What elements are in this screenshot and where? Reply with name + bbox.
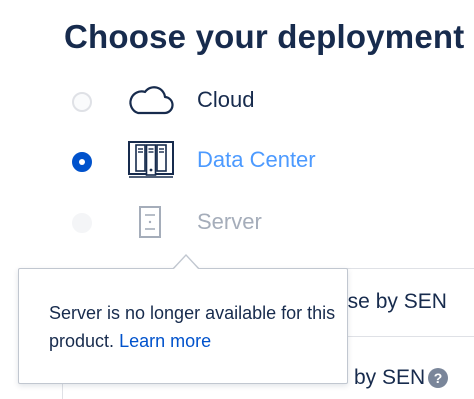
help-icon[interactable]: ?: [428, 368, 448, 388]
deployment-page: Choose your deployment Cloud Data Center…: [0, 0, 474, 399]
tooltip-message: Server is no longer available for this p…: [49, 299, 339, 355]
table-cell: by SEN: [354, 366, 426, 389]
cloud-label: Cloud: [197, 87, 255, 112]
page-title: Choose your deployment: [64, 18, 465, 55]
server-radio: [72, 213, 92, 233]
server-label: Server: [197, 209, 262, 234]
server-unavailable-tooltip: Server is no longer available for this p…: [18, 268, 348, 384]
cloud-icon: [126, 81, 174, 122]
data-center-label: Data Center: [197, 147, 316, 172]
tooltip-arrow-fill: [173, 256, 199, 270]
option-cloud[interactable]: Cloud: [0, 75, 474, 125]
cloud-radio[interactable]: [72, 92, 92, 112]
option-data-center[interactable]: Data Center: [0, 136, 474, 186]
server-icon: [138, 205, 164, 244]
data-center-icon: [128, 140, 174, 185]
learn-more-link[interactable]: Learn more: [119, 331, 211, 351]
table-cell: nse by SEN: [336, 290, 447, 313]
data-center-radio[interactable]: [72, 152, 92, 172]
option-server: Server: [0, 197, 474, 247]
